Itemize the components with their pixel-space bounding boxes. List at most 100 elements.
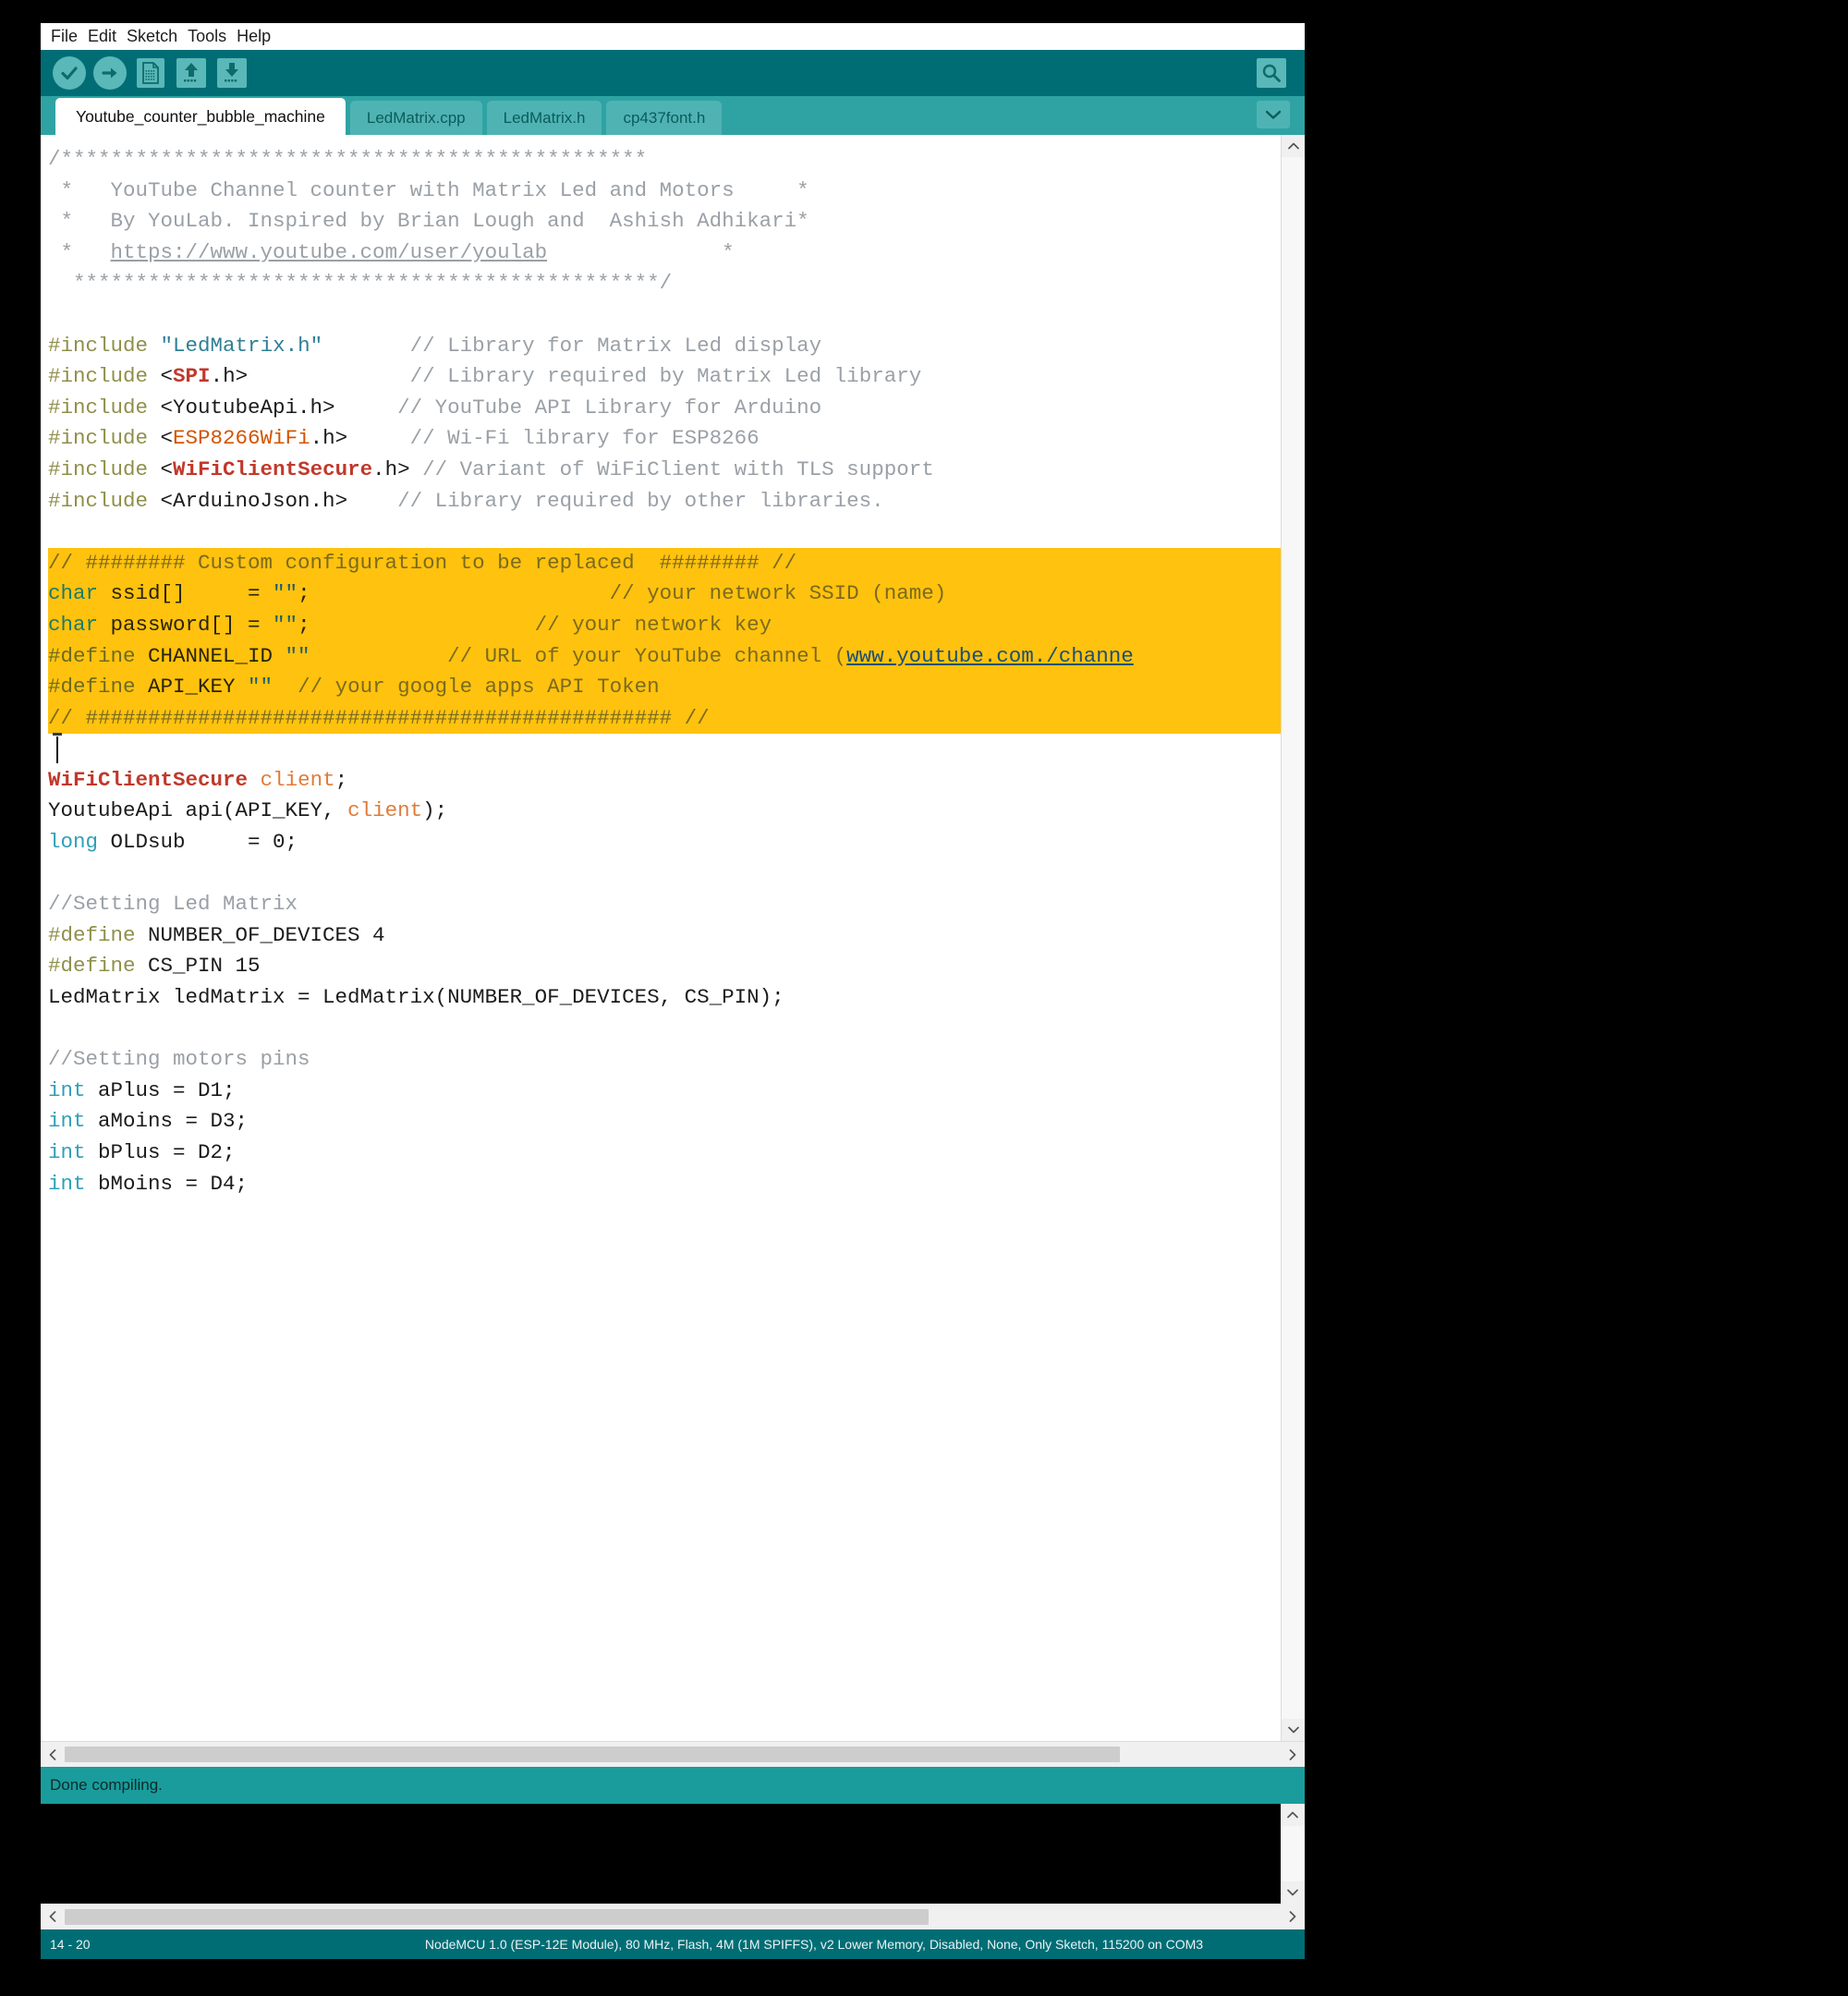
code-line[interactable]: #include <YoutubeApi.h> // YouTube API L…: [48, 393, 1281, 424]
code-token: char: [48, 581, 99, 606]
code-token: aPlus = D1;: [85, 1077, 236, 1102]
chevron-up-icon: [1287, 1811, 1298, 1819]
code-line[interactable]: //Setting Led Matrix: [48, 889, 1281, 920]
code-token: SPI: [173, 364, 211, 389]
tab-ledmatrix-h[interactable]: LedMatrix.h: [486, 101, 602, 135]
code-token: <: [148, 364, 174, 389]
code-line[interactable]: #define NUMBER_OF_DEVICES 4: [48, 920, 1281, 952]
upload-button[interactable]: [93, 56, 127, 90]
tab-cp437font-h[interactable]: cp437font.h: [606, 101, 723, 135]
tab-menu-button[interactable]: [1257, 101, 1290, 128]
code-token: // Wi-Fi library for ESP8266: [409, 426, 760, 451]
code-editor[interactable]: /***************************************…: [41, 135, 1281, 1741]
code-line[interactable]: #include <SPI.h> // Library required by …: [48, 361, 1281, 393]
hscroll-right-button[interactable]: [1281, 1743, 1305, 1767]
code-token: LedMatrix ledMatrix = LedMatrix(NUMBER_O…: [48, 985, 784, 1010]
new-sketch-button[interactable]: [134, 56, 167, 90]
console-scroll-up-button[interactable]: [1281, 1804, 1305, 1826]
code-line[interactable]: #define CS_PIN 15: [48, 951, 1281, 982]
tab-youtube-counter-bubble-machine[interactable]: Youtube_counter_bubble_machine: [55, 98, 346, 135]
code-line[interactable]: * https://www.youtube.com/user/youlab *: [48, 237, 1281, 269]
menu-item-sketch[interactable]: Sketch: [123, 23, 184, 50]
code-line[interactable]: #define CHANNEL_ID "" // URL of your You…: [48, 640, 1281, 673]
code-line[interactable]: #include <ESP8266WiFi.h> // Wi-Fi librar…: [48, 423, 1281, 455]
code-line[interactable]: /***************************************…: [48, 144, 1281, 176]
code-line[interactable]: int bMoins = D4;: [48, 1169, 1281, 1200]
console-output: [41, 1804, 1305, 1904]
verify-button[interactable]: [53, 56, 86, 90]
editor-horizontal-scrollbar[interactable]: [41, 1741, 1305, 1767]
code-token: <YoutubeApi.h>: [148, 395, 335, 420]
code-line[interactable]: WiFiClientSecure client;: [48, 765, 1281, 797]
chevron-down-icon: [1287, 1726, 1299, 1734]
code-line[interactable]: ****************************************…: [48, 268, 1281, 299]
menu-item-help[interactable]: Help: [233, 23, 277, 50]
open-sketch-button[interactable]: [175, 56, 208, 90]
code-token: .h>: [372, 456, 423, 481]
scroll-down-button[interactable]: [1282, 1719, 1305, 1741]
code-line[interactable]: char ssid[] = ""; // your network SSID (…: [48, 578, 1281, 610]
scroll-track[interactable]: [1282, 157, 1305, 1719]
code-line[interactable]: * YouTube Channel counter with Matrix Le…: [48, 176, 1281, 207]
code-token: #include: [48, 488, 149, 513]
code-token: );: [422, 798, 448, 823]
code-line[interactable]: // #####################################…: [48, 702, 1281, 735]
code-line[interactable]: int aPlus = D1;: [48, 1076, 1281, 1107]
menu-item-tools[interactable]: Tools: [184, 23, 233, 50]
code-line[interactable]: [48, 299, 1281, 331]
console-horizontal-scrollbar[interactable]: [41, 1904, 1305, 1929]
menu-item-edit[interactable]: Edit: [84, 23, 123, 50]
code-token: // your google apps API Token: [298, 675, 660, 700]
scroll-up-button[interactable]: [1282, 135, 1305, 157]
console-text[interactable]: [41, 1804, 1281, 1904]
code-line[interactable]: #define API_KEY "" // your google apps A…: [48, 672, 1281, 703]
tab-ledmatrix-cpp[interactable]: LedMatrix.cpp: [349, 101, 482, 135]
code-line[interactable]: YoutubeApi api(API_KEY, client);: [48, 796, 1281, 827]
code-line[interactable]: #include <WiFiClientSecure.h> // Variant…: [48, 455, 1281, 486]
code-token: // your network SSID (name): [609, 581, 947, 606]
code-token: password[] =: [98, 612, 274, 637]
tab-label: LedMatrix.h: [503, 108, 586, 127]
save-sketch-button[interactable]: [215, 56, 249, 90]
compile-status-message: Done compiling.: [50, 1776, 163, 1794]
editor-vertical-scrollbar[interactable]: [1281, 135, 1305, 1741]
code-token: <ArduinoJson.h>: [148, 488, 348, 513]
arrow-down-icon: [225, 63, 238, 82]
console-vertical-scrollbar[interactable]: [1281, 1804, 1305, 1904]
code-line[interactable]: //Setting motors pins: [48, 1044, 1281, 1076]
console-hscroll-right-button[interactable]: [1281, 1905, 1305, 1929]
code-token: // Library required by other libraries.: [397, 488, 884, 513]
code-token: // your network key: [534, 612, 772, 637]
code-line[interactable]: [48, 517, 1281, 548]
hscroll-left-button[interactable]: [41, 1743, 65, 1767]
code-token: NUMBER_OF_DEVICES 4: [135, 922, 385, 947]
serial-monitor-button[interactable]: [1255, 56, 1288, 90]
code-line[interactable]: long OLDsub = 0;: [48, 827, 1281, 858]
code-token: #include: [48, 395, 149, 420]
code-token: CS_PIN 15: [135, 954, 261, 979]
code-line[interactable]: [48, 733, 1281, 765]
console-scroll-down-button[interactable]: [1281, 1881, 1305, 1904]
code-line[interactable]: char password[] = ""; // your network ke…: [48, 609, 1281, 641]
code-line[interactable]: int aMoins = D3;: [48, 1106, 1281, 1138]
code-line[interactable]: [48, 858, 1281, 890]
console-scroll-track[interactable]: [1281, 1826, 1305, 1881]
code-token: ;: [298, 612, 310, 637]
code-line[interactable]: #include <ArduinoJson.h> // Library requ…: [48, 486, 1281, 517]
code-line[interactable]: // ######## Custom configuration to be r…: [48, 547, 1281, 579]
hscroll-thumb[interactable]: [65, 1746, 1120, 1762]
console-hscroll-thumb[interactable]: [65, 1908, 929, 1925]
code-line[interactable]: [48, 1014, 1281, 1045]
code-line[interactable]: LedMatrix ledMatrix = LedMatrix(NUMBER_O…: [48, 982, 1281, 1014]
code-token: #define: [48, 643, 136, 668]
code-token: "": [248, 675, 274, 700]
arduino-ide-window: File Edit Sketch Tools Help Youtube_coun…: [41, 23, 1305, 1959]
code-line[interactable]: #include "LedMatrix.h" // Library for Ma…: [48, 331, 1281, 362]
chevron-left-icon: [49, 1911, 56, 1922]
code-line[interactable]: * By YouLab. Inspired by Brian Lough and…: [48, 206, 1281, 237]
console-hscroll-left-button[interactable]: [41, 1905, 65, 1929]
menu-item-file[interactable]: File: [47, 23, 84, 50]
code-line[interactable]: int bPlus = D2;: [48, 1138, 1281, 1169]
code-token: aMoins = D3;: [85, 1109, 249, 1134]
